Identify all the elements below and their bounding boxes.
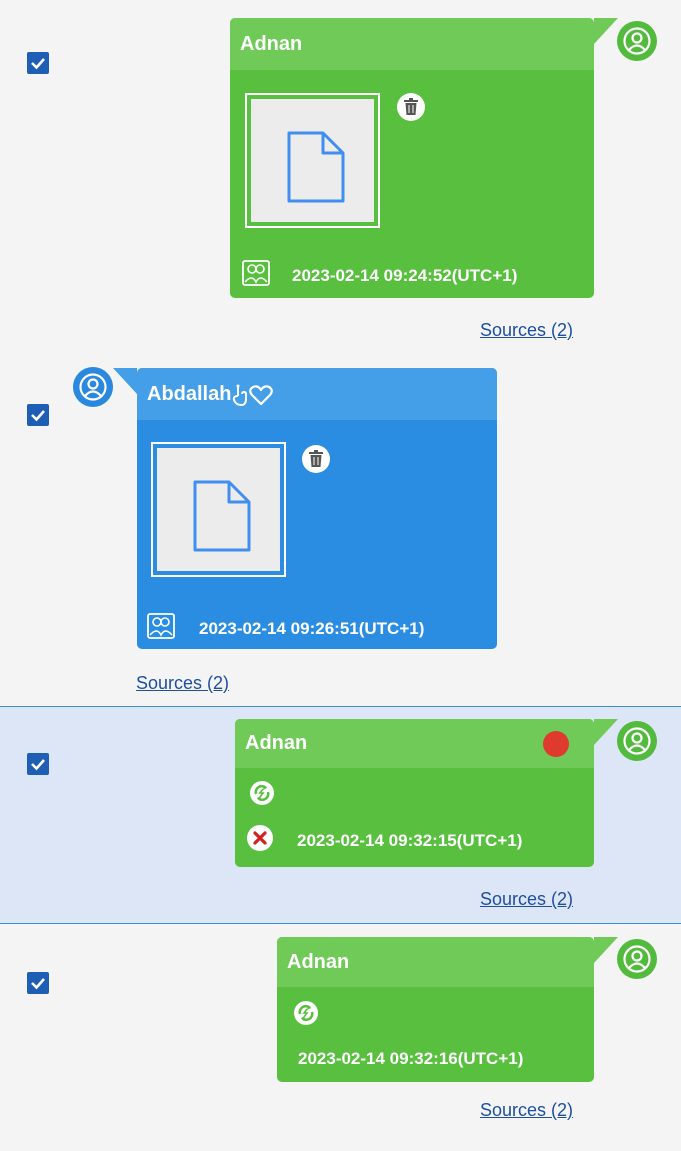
sources-link[interactable]: Sources (2) — [480, 1100, 573, 1121]
message-bubble: Adnan 2023-02-14 09:24:52(UTC+1) — [230, 18, 594, 298]
failed-icon — [247, 825, 273, 851]
attachment-thumbnail[interactable] — [151, 442, 286, 577]
message-timestamp: 2023-02-14 09:32:16(UTC+1) — [298, 1049, 524, 1068]
group-chat-icon — [147, 613, 175, 639]
message-checkbox[interactable] — [27, 52, 49, 74]
message-row[interactable]: Adnan 2023-02-14 09:32:16(UTC+1) Sources… — [0, 924, 681, 1151]
attachment-thumbnail[interactable] — [245, 93, 380, 228]
message-checkbox[interactable] — [27, 753, 49, 775]
bubble-tail — [594, 719, 618, 745]
sources-link[interactable]: Sources (2) — [480, 320, 573, 341]
sync-icon — [294, 1001, 318, 1025]
user-icon — [623, 727, 651, 755]
message-header: Abdallah — [137, 368, 497, 420]
file-icon — [287, 131, 345, 203]
file-icon — [193, 480, 251, 552]
sender-name: Adnan — [235, 719, 594, 768]
sender-avatar[interactable] — [617, 21, 657, 61]
message-bubble: Adnan 2023-02-14 09:32:15(UTC+1) — [235, 719, 594, 867]
sender-name: Abdallah — [147, 383, 232, 405]
message-timestamp: 2023-02-14 09:24:52(UTC+1) — [292, 266, 518, 285]
delete-icon[interactable] — [397, 93, 425, 121]
bubble-tail — [113, 368, 137, 394]
message-bubble: Abdallah 2023-02-14 09:26:51(UTC+1) — [137, 368, 497, 649]
sender-avatar[interactable] — [617, 939, 657, 979]
message-row-selected[interactable]: Adnan 2023-02-14 09:32:15(UTC+1) Sources… — [0, 706, 681, 924]
message-row[interactable]: Abdallah 2023-02-14 09:26:51(UTC+1) Sour… — [0, 350, 681, 705]
sources-link[interactable]: Sources (2) — [480, 889, 573, 910]
message-checkbox[interactable] — [27, 972, 49, 994]
delete-icon[interactable] — [302, 445, 330, 473]
message-bubble: Adnan 2023-02-14 09:32:16(UTC+1) — [277, 937, 594, 1082]
user-icon — [79, 373, 107, 401]
heart-icon — [249, 385, 274, 405]
group-chat-icon — [242, 260, 270, 286]
sender-name: Adnan — [230, 18, 594, 70]
bubble-tail — [594, 937, 618, 963]
user-icon — [623, 27, 651, 55]
sender-avatar[interactable] — [73, 367, 113, 407]
sender-name: Adnan — [277, 937, 594, 987]
recording-indicator — [543, 731, 569, 757]
user-icon — [623, 945, 651, 973]
bubble-tail — [594, 18, 618, 44]
sources-link[interactable]: Sources (2) — [136, 673, 229, 694]
hand-icon — [233, 384, 248, 406]
message-timestamp: 2023-02-14 09:26:51(UTC+1) — [199, 619, 425, 638]
sender-avatar[interactable] — [617, 721, 657, 761]
message-timestamp: 2023-02-14 09:32:15(UTC+1) — [297, 831, 523, 850]
message-checkbox[interactable] — [27, 404, 49, 426]
sync-icon — [250, 781, 274, 805]
message-row[interactable]: Adnan 2023-02-14 09:24:52(UTC+1) Sources… — [0, 0, 681, 350]
